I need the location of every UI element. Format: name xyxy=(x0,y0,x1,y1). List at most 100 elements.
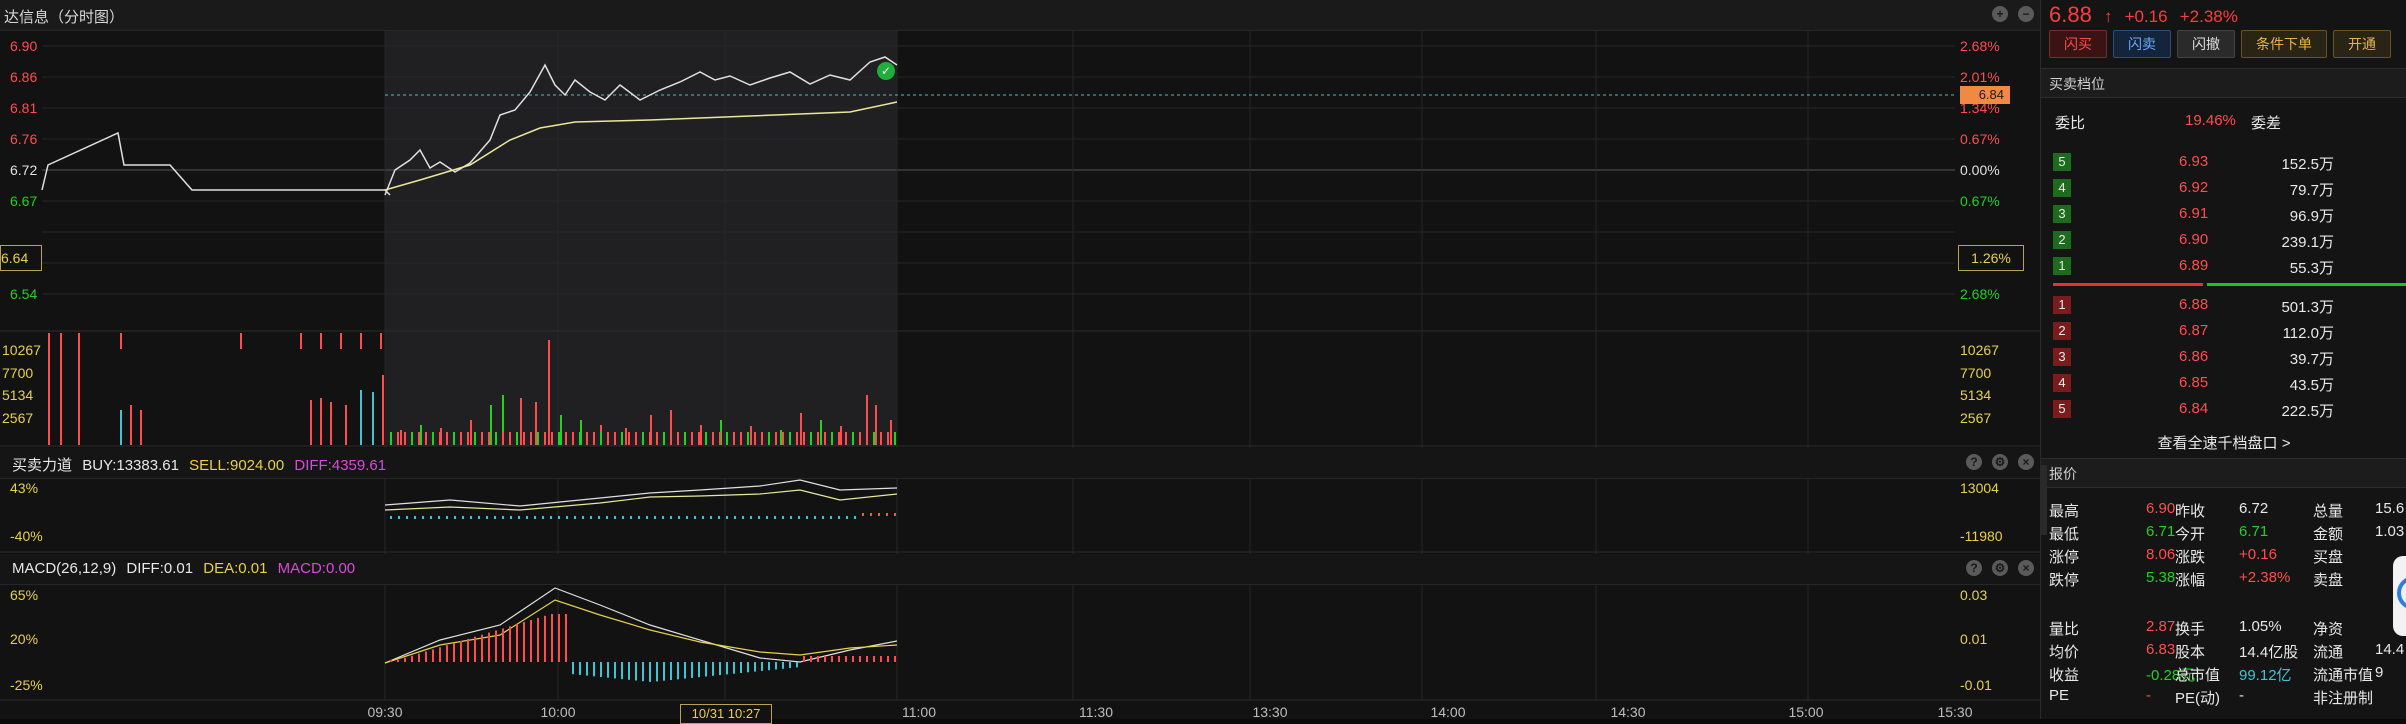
trade-button-row: 闪买 闪卖 闪撤 条件下单 开通 xyxy=(2049,30,2391,58)
bid-level-row[interactable]: 1 6.88 501.3万 xyxy=(2049,293,2399,317)
stat-value: 2.87 xyxy=(2146,618,2176,635)
macd-bar xyxy=(705,662,707,677)
volume-bar xyxy=(890,420,892,445)
macd-bar xyxy=(733,662,735,674)
stat-value: - xyxy=(2146,687,2151,704)
volume-bar xyxy=(530,432,532,445)
float-widget-icon[interactable] xyxy=(2393,556,2406,636)
time-axis-label: 14:00 xyxy=(1430,704,1465,719)
volume-bar xyxy=(78,333,80,349)
force-bar xyxy=(534,516,536,519)
force-axis-label: 43% xyxy=(10,480,38,496)
bid-level-row[interactable]: 3 6.86 39.7万 xyxy=(2049,345,2399,369)
flash-sell-button[interactable]: 闪卖 xyxy=(2113,30,2171,58)
macd-bar xyxy=(607,662,609,678)
volume-bar xyxy=(824,432,826,445)
price-axis-label: 6.76 xyxy=(10,131,37,147)
macd-bar xyxy=(565,614,567,662)
volume-bar xyxy=(733,432,735,445)
volume-bar xyxy=(866,432,868,445)
level-volume: 501.3万 xyxy=(2281,299,2334,316)
level-volume: 96.9万 xyxy=(2289,208,2334,225)
volume-bar xyxy=(579,432,581,445)
force-bar xyxy=(678,516,680,519)
volume-bar xyxy=(495,432,497,445)
volume-bar xyxy=(817,432,819,445)
macd-bar xyxy=(446,645,448,662)
ask-level-row[interactable]: 5 6.93 152.5万 xyxy=(2049,150,2399,174)
open-account-button[interactable]: 开通 xyxy=(2333,30,2391,58)
force-bar xyxy=(838,516,840,519)
level-volume: 152.5万 xyxy=(2281,156,2334,173)
macd-bar xyxy=(474,636,476,662)
volume-bar xyxy=(560,415,562,445)
force-bar xyxy=(702,516,704,519)
volume-bar xyxy=(310,400,312,445)
volume-bar xyxy=(382,375,384,445)
macd-bar xyxy=(460,641,462,662)
help-icon[interactable]: ? xyxy=(1966,560,1982,576)
force-sell-line xyxy=(384,489,898,511)
volume-bar xyxy=(761,432,763,445)
macd-bar xyxy=(404,657,406,662)
collapse-handle-icon[interactable] xyxy=(2041,465,2047,535)
volume-bar xyxy=(320,333,322,349)
close-icon[interactable]: × xyxy=(2018,560,2034,576)
settings-icon[interactable]: ⚙ xyxy=(1992,560,2008,576)
pct-axis-label: 2.01% xyxy=(1960,69,2000,85)
ask-level-row[interactable]: 1 6.89 55.3万 xyxy=(2049,254,2399,278)
weicha-label: 委差 xyxy=(2251,115,2282,132)
level-price: 6.90 xyxy=(2179,231,2209,248)
stat-label: 总市值 xyxy=(2175,667,2221,684)
volume-bar xyxy=(548,340,550,445)
settings-icon[interactable]: ⚙ xyxy=(1992,454,2008,470)
ask-level-row[interactable]: 2 6.90 239.1万 xyxy=(2049,228,2399,252)
full-depth-link[interactable]: 查看全速千档盘口 > xyxy=(2041,432,2406,453)
macd-bar xyxy=(467,638,469,662)
volume-bar xyxy=(607,432,609,445)
flash-cancel-button[interactable]: 闪撤 xyxy=(2177,30,2235,58)
force-bar xyxy=(598,516,600,519)
force-bar xyxy=(782,516,784,519)
force-buy-line xyxy=(384,479,898,507)
bid-level-row[interactable]: 2 6.87 112.0万 xyxy=(2049,319,2399,343)
volume-bar xyxy=(600,432,602,445)
level-price: 6.93 xyxy=(2179,153,2209,170)
ask-ratio-bar xyxy=(2207,283,2406,286)
conditional-order-button[interactable]: 条件下单 xyxy=(2241,30,2327,58)
stat-label: 流通 xyxy=(2313,644,2344,661)
volume-bar xyxy=(372,392,374,445)
flash-buy-button[interactable]: 闪买 xyxy=(2049,30,2107,58)
volume-bar xyxy=(614,432,616,445)
volume-bar xyxy=(551,432,553,445)
help-icon[interactable]: ? xyxy=(1966,454,1982,470)
stat-label: 流通市值 xyxy=(2313,667,2374,684)
volume-bar xyxy=(796,432,798,445)
volume-bar xyxy=(698,432,700,445)
ask-level-row[interactable]: 3 6.91 96.9万 xyxy=(2049,202,2399,226)
volume-bar xyxy=(750,426,752,445)
volume-axis-label: 5134 xyxy=(1960,387,1991,403)
force-bar xyxy=(630,516,632,519)
macd-bar xyxy=(628,662,630,680)
volume-bar xyxy=(470,420,472,445)
level-badge: 1 xyxy=(2053,257,2071,275)
stat-label: 涨停 xyxy=(2049,549,2080,566)
bid-level-row[interactable]: 5 6.84 222.5万 xyxy=(2049,397,2399,421)
force-bar xyxy=(510,516,512,519)
price-volume-chart[interactable]: 6.906.866.816.766.726.676.586.542.68%2.0… xyxy=(0,0,2040,719)
bid-level-row[interactable]: 4 6.85 43.5万 xyxy=(2049,371,2399,395)
close-icon[interactable]: × xyxy=(2018,454,2034,470)
volume-bar xyxy=(840,426,842,445)
volume-axis-label: 5134 xyxy=(2,387,33,403)
level-volume: 43.5万 xyxy=(2289,377,2334,394)
volume-bar xyxy=(439,432,441,445)
volume-bar xyxy=(60,333,62,349)
stat-value: +2.38% xyxy=(2239,569,2291,586)
ask-level-row[interactable]: 4 6.92 79.7万 xyxy=(2049,176,2399,200)
level-badge: 3 xyxy=(2053,348,2071,366)
weibi-label: 委比 xyxy=(2055,115,2086,132)
force-bar xyxy=(710,516,712,519)
volume-bar xyxy=(418,432,420,445)
macd-axis-label: 0.03 xyxy=(1960,587,1987,603)
